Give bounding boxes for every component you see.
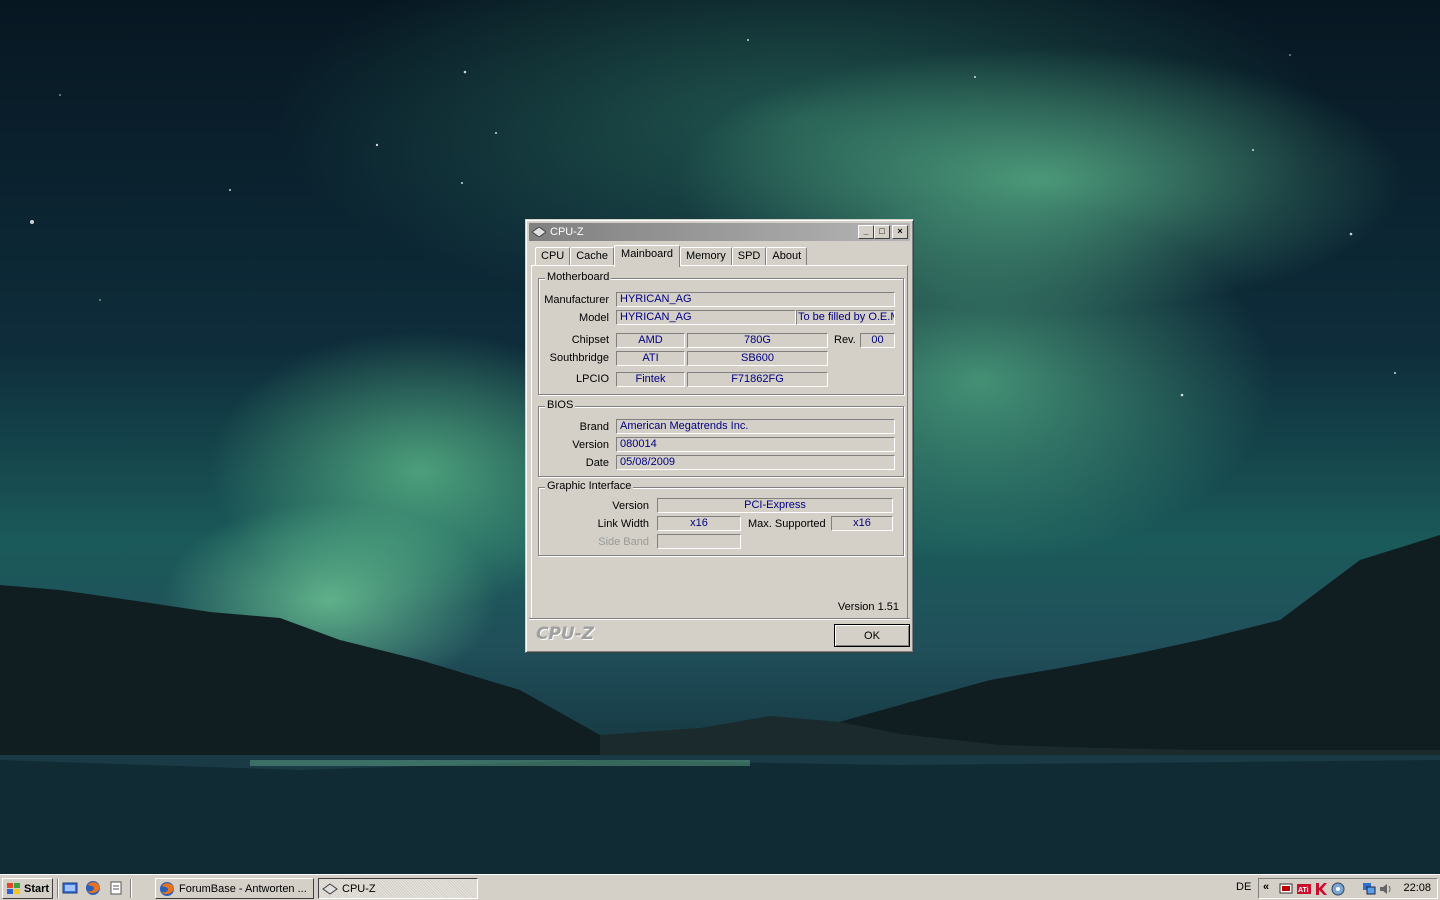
- display-icon[interactable]: [1279, 882, 1293, 896]
- lpcio-model-field: F71862FG: [687, 372, 828, 387]
- volume-icon[interactable]: [1379, 882, 1393, 896]
- bios-date-field: 05/08/2009: [616, 455, 895, 470]
- show-desktop-icon[interactable]: [62, 880, 78, 896]
- rev-field: 00: [860, 333, 895, 348]
- task-label-forumbase: ForumBase - Antworten ...: [179, 882, 307, 895]
- bios-brand-label: Brand: [579, 421, 609, 433]
- lpcio-vendor-field: Fintek: [616, 372, 685, 387]
- side-band-field: [657, 534, 741, 549]
- window-title: CPU-Z: [550, 226, 584, 238]
- notepad-icon[interactable]: [108, 880, 124, 896]
- tasks-separator: [130, 879, 132, 898]
- model-field: HYRICAN_AG: [616, 310, 796, 325]
- model-label: Model: [579, 312, 609, 324]
- tray-expand-button[interactable]: «: [1263, 881, 1269, 893]
- tab-mainboard[interactable]: Mainboard: [614, 245, 681, 267]
- antivirus-icon[interactable]: [1314, 882, 1328, 896]
- graphic-group-title: Graphic Interface: [545, 480, 634, 492]
- tab-bar: CPU Cache Mainboard Memory SPD About: [535, 245, 808, 267]
- chipset-label: Chipset: [571, 334, 609, 346]
- bios-group-title: BIOS: [545, 399, 576, 411]
- chipset-vendor-field: AMD: [616, 333, 685, 348]
- cpu-z-logo: CPU-Z: [536, 624, 595, 644]
- language-indicator[interactable]: DE: [1236, 881, 1251, 893]
- lpcio-label: LPCIO: [575, 373, 609, 385]
- tab-cache[interactable]: Cache: [570, 247, 615, 266]
- taskbar: Start ForumBase - Antworten ... CPU-Z DE…: [0, 874, 1440, 900]
- quick-launch-separator: [57, 879, 59, 898]
- motherboard-group: Motherboard Manufacturer HYRICAN_AG Mode…: [538, 271, 904, 395]
- side-band-label: Side Band: [598, 536, 649, 548]
- graphic-version-field: PCI-Express: [657, 498, 893, 513]
- graphic-version-label: Version: [612, 500, 649, 512]
- task-button-cpu-z[interactable]: CPU-Z: [318, 878, 478, 899]
- chipset-model-field: 780G: [687, 333, 828, 348]
- manufacturer-field: HYRICAN_AG: [616, 292, 895, 307]
- tab-about[interactable]: About: [766, 247, 808, 266]
- southbridge-label: Southbridge: [549, 352, 609, 364]
- start-button[interactable]: Start: [2, 878, 53, 899]
- version-text: Version 1.51: [837, 601, 899, 613]
- network-tool-icon[interactable]: [1331, 882, 1345, 896]
- bios-version-field: 080014: [616, 437, 895, 452]
- network-icon[interactable]: [1362, 882, 1376, 896]
- minimize-button[interactable]: _: [858, 225, 874, 239]
- ok-button[interactable]: OK: [834, 624, 910, 647]
- tab-spd[interactable]: SPD: [731, 247, 767, 266]
- bios-version-label: Version: [572, 439, 609, 451]
- clock[interactable]: 22:08: [1403, 882, 1431, 894]
- cpu-z-window: CPU-Z _ □ × CPU Cache Mainboard Memory S…: [525, 219, 914, 653]
- firefox-icon[interactable]: [85, 880, 101, 896]
- southbridge-vendor-field: ATI: [616, 351, 685, 366]
- system-tray: « ATi 22:08: [1258, 878, 1438, 899]
- start-label: Start: [24, 882, 50, 895]
- mainboard-panel: Motherboard Manufacturer HYRICAN_AG Mode…: [531, 265, 908, 619]
- max-supported-field: x16: [831, 516, 893, 531]
- manufacturer-label: Manufacturer: [544, 294, 609, 306]
- graphic-interface-group: Graphic Interface Version PCI-Express Li…: [538, 480, 904, 556]
- firefox-icon: [160, 881, 174, 896]
- southbridge-model-field: SB600: [687, 351, 828, 366]
- bios-date-label: Date: [585, 457, 609, 469]
- title-bar[interactable]: CPU-Z _ □ ×: [529, 223, 910, 241]
- tab-cpu[interactable]: CPU: [535, 247, 571, 266]
- model-extra-field: To be filled by O.E.M: [796, 310, 895, 325]
- maximize-button[interactable]: □: [874, 225, 890, 239]
- footer-divider: [529, 618, 910, 620]
- task-label-cpu-z: CPU-Z: [342, 882, 376, 895]
- close-button[interactable]: ×: [892, 225, 908, 239]
- bios-group: BIOS Brand American Megatrends Inc. Vers…: [538, 399, 904, 477]
- motherboard-group-title: Motherboard: [545, 271, 612, 283]
- windows-flag-icon: [7, 883, 20, 894]
- tab-memory[interactable]: Memory: [680, 247, 732, 266]
- bios-brand-field: American Megatrends Inc.: [616, 419, 895, 434]
- cpu-z-icon: [532, 227, 546, 237]
- link-width-field: x16: [657, 516, 741, 531]
- cpu-z-icon: [322, 882, 338, 895]
- rev-label: Rev.: [834, 334, 856, 346]
- svg-text:ATi: ATi: [1298, 887, 1309, 894]
- max-supported-label: Max. Supported: [748, 518, 826, 530]
- task-button-forumbase[interactable]: ForumBase - Antworten ...: [155, 878, 314, 899]
- ati-icon[interactable]: ATi: [1297, 882, 1311, 896]
- link-width-label: Link Width: [597, 518, 649, 530]
